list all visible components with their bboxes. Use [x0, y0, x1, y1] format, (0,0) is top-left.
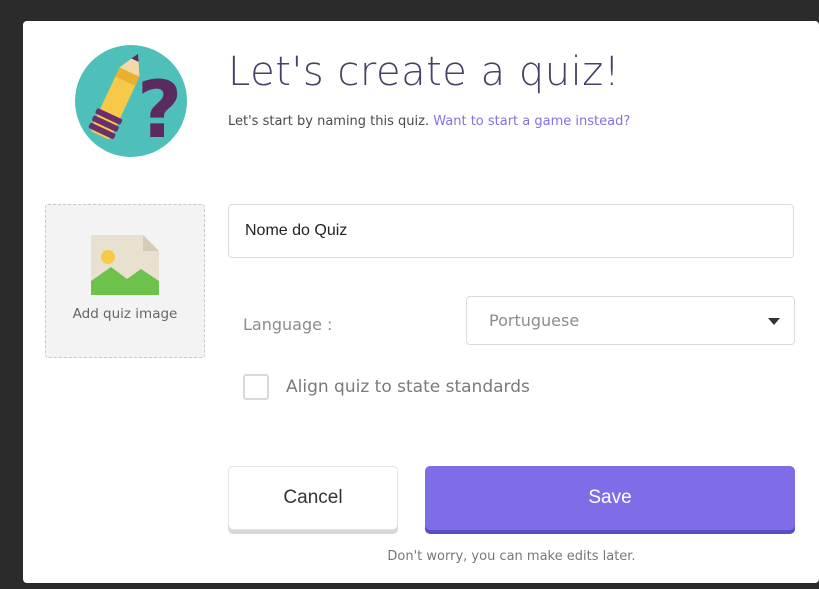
create-quiz-modal: ? Let's create a quiz! Let's start by na… — [23, 21, 819, 583]
language-label: Language : — [243, 315, 333, 334]
save-button[interactable]: Save — [425, 466, 795, 530]
edit-later-note: Don't worry, you can make edits later. — [387, 549, 636, 564]
chevron-down-icon — [768, 318, 780, 325]
add-quiz-image-label: Add quiz image — [72, 306, 178, 322]
language-select-value: Portuguese — [489, 311, 580, 330]
svg-text:?: ? — [137, 66, 182, 156]
quiz-logo-icon: ? — [75, 45, 187, 157]
image-placeholder-icon — [91, 235, 159, 295]
add-quiz-image-button[interactable]: Add quiz image — [45, 204, 205, 358]
quiz-name-input[interactable] — [228, 204, 794, 258]
standards-checkbox-label[interactable]: Align quiz to state standards — [286, 377, 530, 397]
cancel-button[interactable]: Cancel — [228, 466, 398, 530]
language-select[interactable]: Portuguese — [466, 296, 795, 345]
subtitle: Let's start by naming this quiz. Want to… — [228, 114, 630, 129]
page-title: Let's create a quiz! — [228, 49, 621, 95]
start-game-link[interactable]: Want to start a game instead? — [433, 114, 630, 129]
subtitle-text: Let's start by naming this quiz. — [228, 114, 430, 129]
standards-checkbox[interactable] — [243, 374, 269, 400]
